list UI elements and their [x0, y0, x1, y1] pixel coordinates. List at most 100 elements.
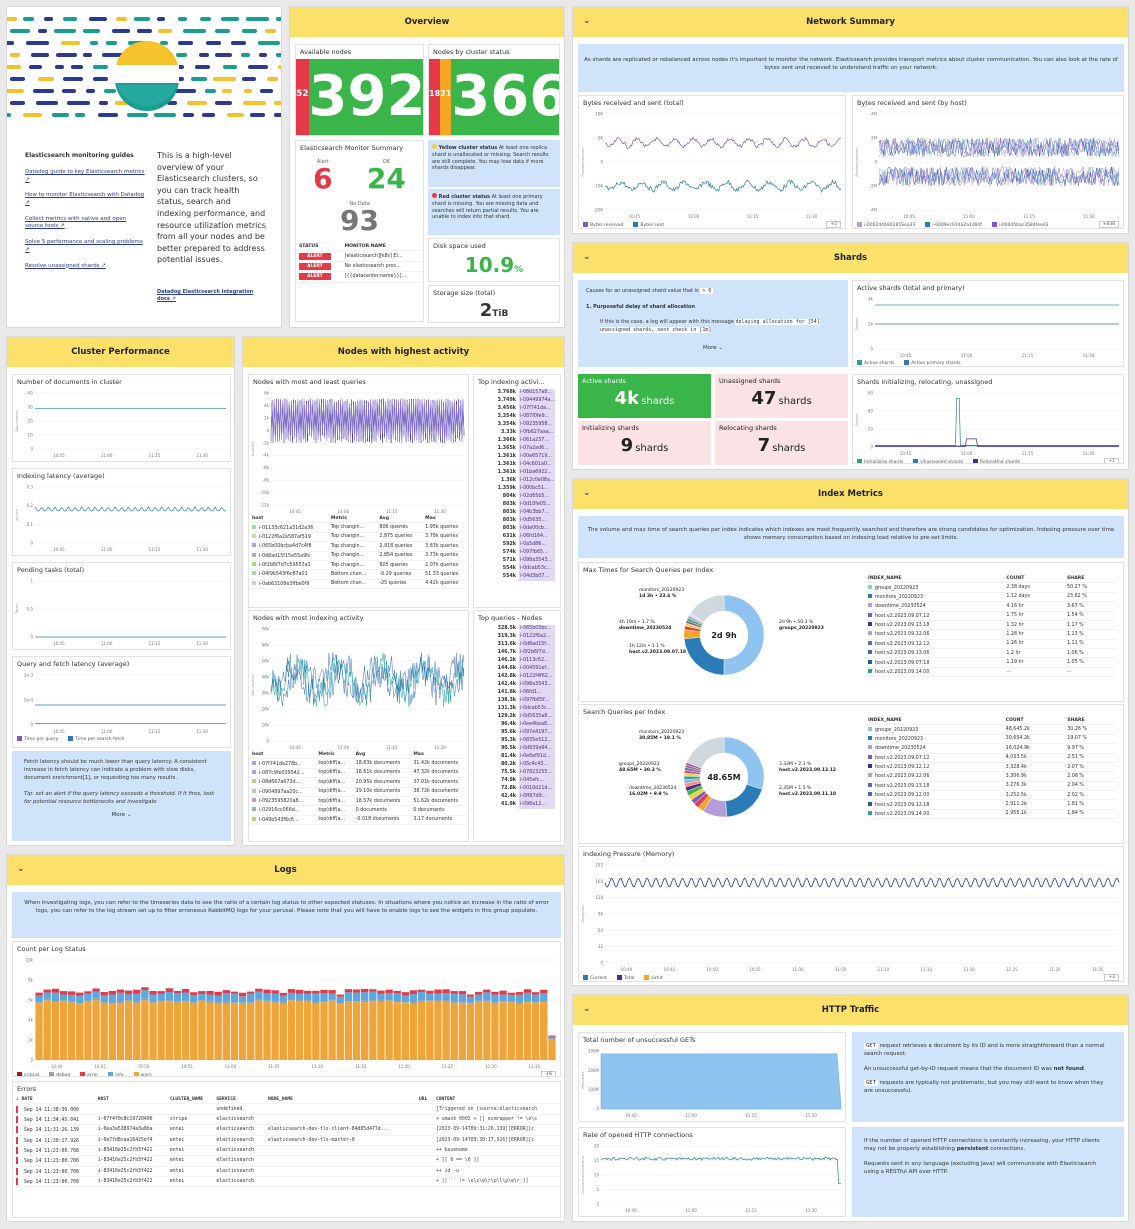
chevron-down-icon[interactable]: ⌄ [17, 864, 25, 874]
log-bar-segment[interactable] [385, 992, 393, 1001]
table-row[interactable]: i-087c9fe039542... top(diff(a... 18.61k do… [249, 768, 468, 779]
column-header[interactable]: HOST [94, 1096, 167, 1105]
list-item[interactable]: 574k i-097fb65... [490, 549, 560, 557]
log-bar-segment[interactable] [344, 992, 353, 1002]
list-item[interactable]: 142.4k i-098a3543... [490, 681, 560, 689]
list-item[interactable]: 138.3k i-097fb65f... [490, 697, 560, 705]
log-bar-segment[interactable] [279, 1001, 287, 1004]
legend-item[interactable]: Bytes received [583, 221, 623, 228]
log-bar-segment[interactable] [247, 993, 255, 1003]
log-bar-segment[interactable] [255, 991, 263, 1000]
table-row[interactable]: i-0ab63108e3ffbe0f9 Bottom chan... -25 que… [249, 579, 468, 590]
log-bar-segment[interactable] [409, 1002, 418, 1004]
alert-count[interactable]: 6 [313, 165, 332, 193]
legend-more-button[interactable]: +6 [541, 1071, 556, 1076]
log-bar-segment[interactable] [401, 995, 410, 1003]
log-bar-segment[interactable] [157, 1001, 165, 1060]
legend-item[interactable]: Time per query [17, 736, 58, 742]
log-bar-segment[interactable] [141, 998, 149, 1001]
log-bar-segment[interactable] [548, 1035, 556, 1037]
log-bar-segment[interactable] [442, 993, 450, 1001]
log-bar-segment[interactable] [491, 1002, 499, 1004]
list-item[interactable]: 90.5k i-0d939a94... [490, 745, 560, 753]
log-bar-segment[interactable] [344, 1001, 353, 1060]
log-bar-segment[interactable] [434, 993, 442, 1001]
log-bar-segment[interactable] [540, 1001, 548, 1060]
ok-count[interactable]: 24 [367, 165, 406, 193]
log-bar-segment[interactable] [263, 989, 271, 994]
log-bar-segment[interactable] [304, 1000, 312, 1002]
log-bar-segment[interactable] [295, 993, 304, 1000]
list-item[interactable]: 1.361k i-00e65719... [490, 453, 560, 461]
log-bar-segment[interactable] [238, 1002, 247, 1004]
legend-item[interactable]: Total [616, 974, 634, 981]
log-bar-segment[interactable] [181, 992, 190, 1001]
list-item[interactable]: 3.456k i-07f741da... [490, 405, 560, 413]
column-header[interactable]: COUNT [1003, 575, 1064, 584]
log-bar-segment[interactable] [157, 993, 165, 1001]
legend-item[interactable]: Current [583, 974, 607, 981]
log-bar-segment[interactable] [523, 989, 532, 993]
log-bar-segment[interactable] [466, 994, 475, 997]
log-bar-segment[interactable] [51, 1000, 60, 1002]
legend-item[interactable]: debug [49, 1071, 70, 1076]
log-bar-segment[interactable] [84, 991, 92, 994]
log-bar-segment[interactable] [320, 993, 328, 1002]
log-bar-segment[interactable] [507, 992, 515, 995]
table-row[interactable]: host.v2.2023.09.12.12 3,328.4k 2.07 % [865, 762, 1117, 773]
log-bar-segment[interactable] [238, 996, 247, 1003]
log-bar-segment[interactable] [263, 1000, 271, 1060]
log-bar-segment[interactable] [230, 991, 239, 994]
list-item[interactable]: 1.36k i-012c0e08a... [490, 477, 560, 485]
log-bar-segment[interactable] [483, 1001, 491, 1060]
table-row[interactable]: groups_20220923 48,645.2k 30.26 % [865, 724, 1117, 735]
log-bar-segment[interactable] [295, 989, 304, 994]
legend-item[interactable]: Active primary shards [904, 360, 961, 366]
log-bar-segment[interactable] [426, 993, 434, 1001]
list-item[interactable]: 554k i-0dcab53c... [490, 565, 560, 573]
log-bar-segment[interactable] [100, 995, 108, 1003]
log-bar-segment[interactable] [238, 1003, 247, 1060]
legend-item[interactable]: i-000d5bac3584feed3 [991, 221, 1049, 228]
log-bar-segment[interactable] [92, 998, 100, 1001]
table-row[interactable]: i-0d8ad15f15e55a9fc Top changin... 2,854 q… [249, 551, 468, 561]
log-bar-segment[interactable] [507, 1001, 515, 1003]
log-bar-segment[interactable] [458, 1002, 467, 1003]
list-item[interactable]: 803k i-04b3bb7... [490, 509, 560, 517]
log-bar-segment[interactable] [515, 994, 524, 1003]
log-bar-segment[interactable] [84, 993, 92, 1001]
log-bar-segment[interactable] [124, 1000, 133, 1060]
log-bar-segment[interactable] [198, 1000, 206, 1001]
log-bar-segment[interactable] [531, 994, 540, 1003]
log-bar-segment[interactable] [149, 1002, 157, 1060]
log-bar-segment[interactable] [43, 989, 51, 993]
log-bar-segment[interactable] [181, 1001, 190, 1060]
log-bar-segment[interactable] [271, 1001, 279, 1003]
log-bar-segment[interactable] [116, 1001, 125, 1004]
log-bar-segment[interactable] [214, 995, 222, 1003]
log-bar-segment[interactable] [222, 993, 230, 1002]
table-row[interactable]: host.v2.2023.09.13.18 1.32 hr 1.17 % [865, 620, 1117, 631]
log-bar-segment[interactable] [336, 996, 344, 1004]
log-bar-segment[interactable] [491, 994, 499, 1003]
logs-header[interactable]: ⌄ Logs [7, 855, 564, 885]
list-item[interactable]: 804k i-02d65b5... [490, 493, 560, 501]
log-bar-segment[interactable] [548, 1039, 556, 1060]
list-item[interactable]: 74.9k i-045efc... [490, 777, 560, 785]
log-bar-segment[interactable] [173, 1002, 182, 1060]
log-bar-segment[interactable] [483, 989, 491, 993]
log-bar-segment[interactable] [523, 1001, 532, 1060]
log-bar-segment[interactable] [59, 1000, 68, 1060]
table-row[interactable]: i-0923595820a8... top(diff(a... 18.57k doc… [249, 796, 468, 807]
list-item[interactable]: 3.768k i-08d157a8... [490, 389, 560, 397]
list-item[interactable]: 72.8k i-0010d21d... [490, 785, 560, 793]
log-bar-segment[interactable] [247, 991, 255, 994]
list-item[interactable]: 3.354k i-09235958... [490, 421, 560, 429]
column-header[interactable]: Metric [327, 515, 377, 524]
log-bar-segment[interactable] [84, 1000, 92, 1002]
list-item[interactable]: 141.8k i-06fd1... [490, 689, 560, 697]
table-row[interactable]: i-07f741da278b... top(diff(a... 18.83k doc… [249, 758, 468, 769]
log-bar-segment[interactable] [426, 1001, 434, 1060]
log-bar-segment[interactable] [279, 992, 287, 996]
log-bar-segment[interactable] [483, 1000, 491, 1002]
